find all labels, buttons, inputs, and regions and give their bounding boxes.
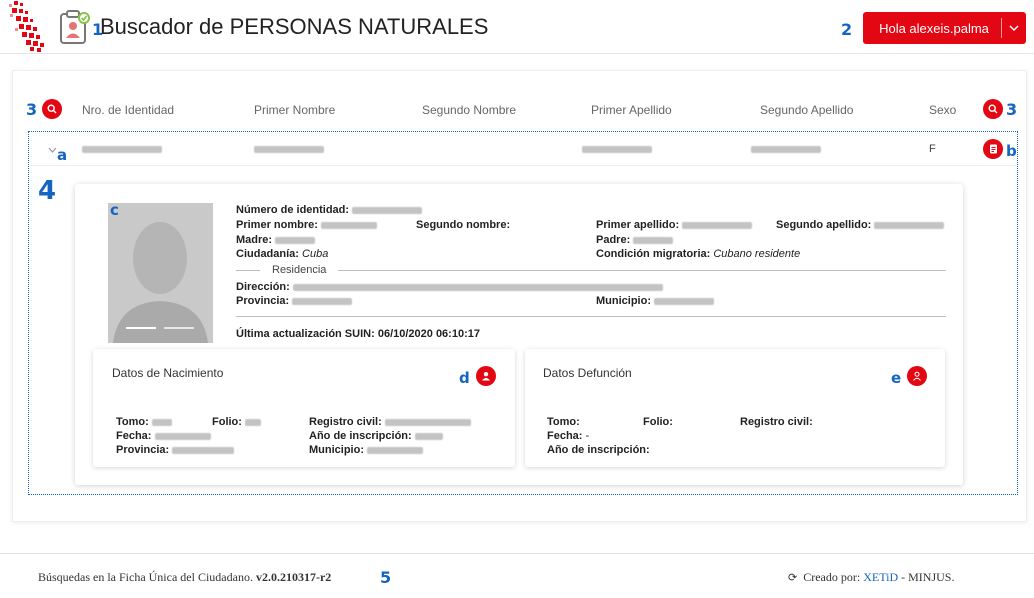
redacted-segundo-apellido — [751, 146, 821, 153]
footer-divider — [0, 553, 1034, 554]
defuncion-tomo: Tomo: — [547, 416, 580, 428]
primer-apellido: Primer apellido: — [596, 219, 753, 231]
defuncion-registro: Registro civil: — [740, 416, 813, 428]
minjus-text: MINJUS. — [908, 570, 955, 584]
segundo-apellido: Segundo apellido: — [776, 219, 945, 231]
defuncion-title: Datos Defunción — [543, 366, 632, 380]
clipboard-user-icon — [60, 10, 90, 44]
numero-identidad: Número de identidad: — [236, 204, 423, 216]
callout-a: a — [57, 146, 68, 164]
nacimiento-fecha: Fecha: — [116, 430, 211, 442]
primer-nombre: Primer nombre: — [236, 219, 377, 231]
nacimiento-tomo: Tomo: — [116, 416, 172, 428]
chevron-down-icon[interactable] — [1002, 25, 1026, 31]
user-menu-button[interactable]: Hola alexeis.palma — [863, 12, 1026, 44]
callout-e: e — [891, 369, 902, 387]
search-icon — [988, 104, 998, 114]
refresh-icon: ⟳ — [788, 571, 798, 584]
madre: Madre: — [236, 234, 316, 246]
column-header-primer-nombre[interactable]: Primer Nombre — [254, 103, 335, 117]
footer-info: Búsquedas en la Ficha Única del Ciudadan… — [38, 570, 332, 584]
page-title: Buscador de PERSONAS NATURALES — [100, 14, 489, 39]
callout-2: 2 — [841, 20, 853, 39]
residencia-heading: Residencia — [272, 264, 327, 276]
ultima-actualizacion: Última actualización SUIN: 06/10/2020 06… — [236, 328, 480, 340]
search-button-right[interactable] — [983, 99, 1003, 119]
callout-d: d — [459, 369, 470, 387]
nacimiento-registro: Registro civil: — [309, 416, 471, 428]
column-header-segundo-nombre[interactable]: Segundo Nombre — [422, 103, 516, 117]
xetid-link[interactable]: XETiD — [863, 570, 898, 584]
footer-credits: ⟳ Creado por: XETiD - MINJUS. — [788, 570, 955, 584]
person-silhouette-icon — [108, 203, 213, 343]
row-sexo: F — [929, 143, 936, 155]
nacimiento-anio: Año de inscripción: — [309, 430, 443, 442]
logo-icon — [9, 1, 44, 52]
padre: Padre: — [596, 234, 674, 246]
defuncion-fecha: Fecha: - — [547, 430, 590, 442]
defuncion-person-button[interactable] — [907, 366, 927, 386]
row-divider — [30, 165, 1016, 166]
column-header-segundo-apellido[interactable]: Segundo Apellido — [760, 103, 853, 117]
callout-b: b — [1006, 142, 1017, 160]
nacimiento-folio: Folio: — [212, 416, 261, 428]
search-button-left[interactable] — [42, 99, 62, 119]
callout-5: 5 — [380, 568, 392, 587]
redacted-identidad — [82, 146, 162, 153]
column-header-identidad[interactable]: Nro. de Identidad — [82, 103, 174, 117]
person-photo — [108, 203, 213, 343]
callout-3-right: 3 — [1006, 100, 1018, 119]
provincia: Provincia: — [236, 295, 353, 307]
user-menu-label: Hola alexeis.palma — [879, 20, 989, 36]
search-icon — [47, 104, 57, 114]
divider — [236, 316, 946, 317]
redacted-primer-nombre — [254, 146, 324, 153]
municipio: Municipio: — [596, 295, 715, 307]
redacted-primer-apellido — [582, 146, 652, 153]
callout-3-left: 3 — [26, 100, 38, 119]
column-header-primer-apellido[interactable]: Primer Apellido — [591, 103, 672, 117]
chevron-down-icon[interactable] — [48, 147, 57, 153]
callout-c: c — [110, 201, 119, 219]
document-icon — [989, 144, 997, 154]
defuncion-folio: Folio: — [643, 416, 673, 428]
ciudadania: Ciudadanía: Cuba — [236, 248, 329, 260]
residencia-rule-right — [338, 270, 946, 271]
document-button[interactable] — [983, 139, 1003, 159]
person-outline-icon — [913, 371, 921, 381]
defuncion-anio: Año de inscripción: — [547, 444, 650, 456]
callout-4: 4 — [38, 176, 57, 206]
person-icon — [482, 372, 490, 381]
nacimiento-person-button[interactable] — [476, 366, 496, 386]
residencia-rule-left — [236, 270, 260, 271]
nacimiento-title: Datos de Nacimiento — [112, 366, 224, 380]
nacimiento-provincia: Provincia: — [116, 444, 235, 456]
nacimiento-municipio: Municipio: — [309, 444, 424, 456]
condicion-migratoria: Condición migratoria: Cubano residente — [596, 248, 801, 260]
direccion: Dirección: — [236, 281, 663, 293]
segundo-nombre: Segundo nombre: — [416, 219, 511, 231]
column-header-sexo[interactable]: Sexo — [929, 103, 956, 117]
app-header: 1 Buscador de PERSONAS NATURALES 2 Hola … — [0, 0, 1034, 54]
